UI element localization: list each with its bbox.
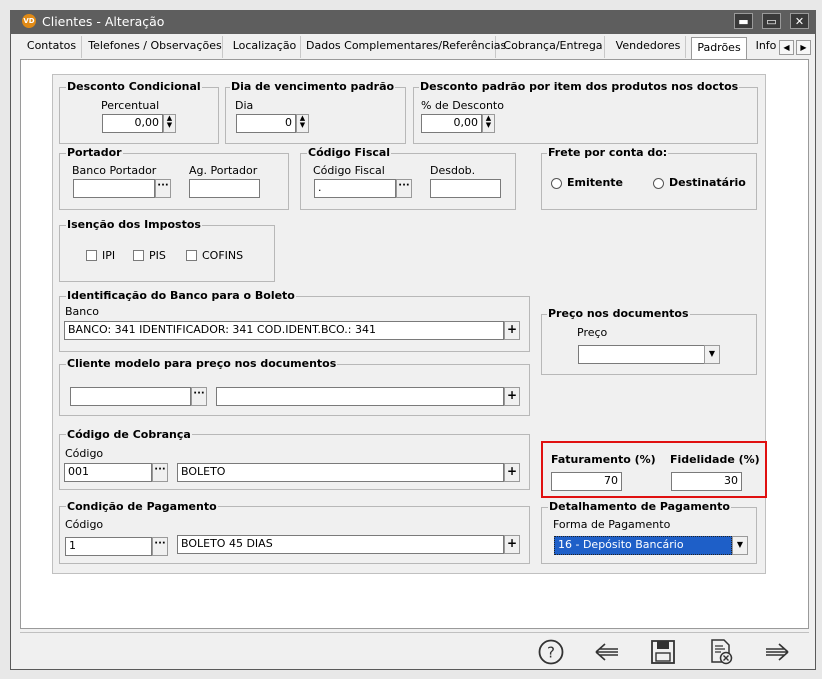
group-title: Dia de vencimento padrão (230, 80, 396, 93)
tab-localizacao[interactable]: Localização (229, 36, 301, 58)
dia-label: Dia (235, 99, 254, 112)
tab-telefones[interactable]: Telefones / Observações (88, 36, 223, 58)
forma-pagamento-select[interactable]: 16 - Depósito Bancário (554, 536, 732, 555)
banco-portador-label: Banco Portador (72, 164, 157, 177)
group-title: Preço nos documentos (547, 307, 690, 320)
tab-label: Padrões (697, 41, 741, 54)
destinatario-label: Destinatário (669, 176, 746, 189)
tab-cobranca-entrega[interactable]: Cobrança/Entrega (502, 36, 605, 58)
help-glyph: ? (547, 644, 555, 662)
tab-label: Cobrança/Entrega (503, 39, 603, 52)
group-title: Condição de Pagamento (66, 500, 218, 513)
desconto-label: % de Desconto (421, 99, 504, 112)
cliente-modelo-code-input[interactable] (70, 387, 191, 406)
ag-portador-input[interactable] (189, 179, 260, 198)
group-title: Detalhamento de Pagamento (548, 500, 731, 513)
close-button[interactable]: ✕ (790, 13, 809, 29)
cofins-label: COFINS (202, 249, 244, 262)
cobranca-codigo-label: Código (65, 447, 104, 460)
tab-dados-complementares[interactable]: Dados Complementares/Referências (306, 36, 506, 58)
codigo-fiscal-input[interactable]: . (314, 179, 396, 198)
app-icon: VD (22, 14, 36, 28)
footer-toolbar (20, 632, 809, 669)
group-title: Código Fiscal (307, 146, 392, 159)
help-icon[interactable]: ? (536, 637, 566, 667)
save-icon[interactable] (648, 637, 678, 667)
preco-select[interactable] (578, 345, 706, 364)
pagamento-desc-input[interactable]: BOLETO 45 DIAS (177, 535, 504, 554)
tab-label: Localização (232, 39, 297, 52)
cliente-modelo-add-button[interactable]: + (504, 387, 520, 406)
dia-spinner[interactable]: ▲ ▼ (296, 114, 309, 133)
tab-label: Dados Complementares/Referências (306, 39, 507, 52)
cobranca-desc-input[interactable]: BOLETO (177, 463, 504, 482)
tab-label: Info (755, 39, 777, 52)
forma-pagamento-dropdown-icon[interactable]: ▼ (732, 536, 748, 555)
ag-portador-label: Ag. Portador (189, 164, 258, 177)
group-title: Código de Cobrança (66, 428, 192, 441)
cliente-modelo-desc-input[interactable] (216, 387, 504, 406)
tab-label: Telefones / Observações (88, 39, 222, 52)
banco-label: Banco (65, 305, 100, 318)
group-title: Desconto padrão por item dos produtos no… (419, 80, 740, 93)
desconto-input[interactable]: 0,00 (421, 114, 482, 133)
cobranca-code-input[interactable]: 001 (64, 463, 152, 482)
tab-label: Vendedores (615, 39, 681, 52)
desdob-input[interactable] (430, 179, 501, 198)
pagamento-codigo-label: Código (65, 518, 104, 531)
ipi-checkbox[interactable] (86, 250, 97, 261)
pagamento-code-input[interactable]: 1 (65, 537, 152, 556)
group-title: Identificação do Banco para o Boleto (66, 289, 296, 302)
tab-vendedores[interactable]: Vendedores (611, 36, 686, 58)
tab-info[interactable]: Info (753, 36, 779, 58)
tab-scroll-right-icon[interactable]: ▶ (796, 40, 811, 55)
forma-pagamento-label: Forma de Pagamento (553, 518, 671, 531)
preco-label: Preço (577, 326, 608, 339)
preco-dropdown-icon[interactable]: ▼ (704, 345, 720, 364)
emitente-label: Emitente (567, 176, 624, 189)
maximize-button[interactable]: ▭ (762, 13, 781, 29)
cobranca-lookup-button[interactable]: ··· (152, 463, 168, 482)
ipi-label: IPI (102, 249, 116, 262)
destinatario-radio[interactable] (653, 178, 664, 189)
banco-portador-input[interactable] (73, 179, 155, 198)
group-title: Isenção dos Impostos (66, 218, 202, 231)
cobranca-add-button[interactable]: + (504, 463, 520, 482)
group-title: Cliente modelo para preço nos documentos (66, 357, 338, 370)
highlight-box (541, 441, 767, 498)
tab-contatos[interactable]: Contatos (22, 36, 82, 58)
banco-portador-lookup-button[interactable]: ··· (155, 179, 171, 198)
tab-padroes[interactable]: Padrões (691, 37, 747, 59)
group-title: Portador (66, 146, 123, 159)
desconto-spinner[interactable]: ▲ ▼ (482, 114, 495, 133)
next-arrow-icon[interactable] (762, 637, 792, 667)
title-bar: VD Clientes - Alteração ▬ ▭ ✕ (10, 10, 816, 34)
codigo-fiscal-label: Código Fiscal (313, 164, 385, 177)
group-title: Frete por conta do: (547, 146, 669, 159)
percentual-label: Percentual (101, 99, 160, 112)
cancel-document-icon[interactable] (706, 637, 736, 667)
cofins-checkbox[interactable] (186, 250, 197, 261)
pagamento-lookup-button[interactable]: ··· (152, 537, 168, 556)
cliente-modelo-lookup-button[interactable]: ··· (191, 387, 207, 406)
dia-input[interactable]: 0 (236, 114, 296, 133)
group-title: Desconto Condicional (66, 80, 202, 93)
tab-scroll-left-icon[interactable]: ◀ (779, 40, 794, 55)
window-title: Clientes - Alteração (42, 14, 165, 29)
emitente-radio[interactable] (551, 178, 562, 189)
codigo-fiscal-lookup-button[interactable]: ··· (396, 179, 412, 198)
pis-label: PIS (149, 249, 166, 262)
minimize-button[interactable]: ▬ (734, 13, 753, 29)
tab-label: Contatos (26, 39, 77, 52)
pis-checkbox[interactable] (133, 250, 144, 261)
percentual-spinner[interactable]: ▲ ▼ (163, 114, 176, 133)
banco-input[interactable]: BANCO: 341 IDENTIFICADOR: 341 COD.IDENT.… (64, 321, 504, 340)
back-arrow-icon[interactable] (592, 637, 622, 667)
percentual-input[interactable]: 0,00 (102, 114, 163, 133)
pagamento-add-button[interactable]: + (504, 535, 520, 554)
banco-add-button[interactable]: + (504, 321, 520, 340)
desdob-label: Desdob. (430, 164, 476, 177)
